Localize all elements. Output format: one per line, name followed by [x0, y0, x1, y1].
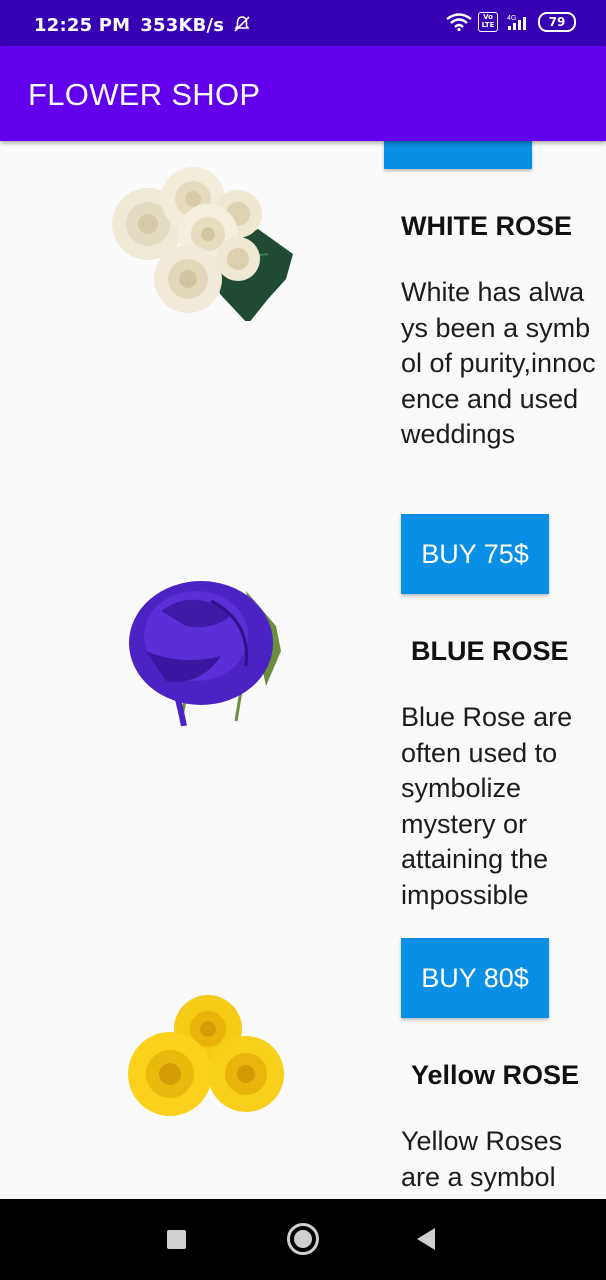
buy-button[interactable]: BUY 70$ — [384, 141, 532, 169]
app-bar: FLOWER SHOP — [0, 46, 606, 141]
product-description: Blue Rose are often used to symbolize my… — [401, 702, 573, 910]
app-title: FLOWER SHOP — [28, 77, 261, 112]
white-rose-image — [112, 167, 293, 321]
network-speed: 353KB/s — [140, 15, 225, 36]
muted-bell-icon — [234, 16, 250, 32]
buy-button[interactable]: BUY 75$ — [401, 514, 549, 594]
status-icons: Vo LTE 4G 79 — [446, 12, 576, 32]
product-name: WHITE ROSE — [401, 211, 573, 241]
signal-icon: 4G — [507, 15, 526, 30]
blue-rose-image — [129, 581, 281, 726]
recents-icon[interactable] — [167, 1230, 186, 1249]
battery-icon: 79 — [538, 12, 576, 32]
status-bar: 12:25 PM 353KB/s Vo LTE 4G 79 — [0, 0, 606, 46]
svg-text:4G: 4G — [507, 15, 516, 22]
product-name: Yellow ROSE — [411, 1060, 580, 1090]
wifi-icon — [446, 13, 472, 31]
back-icon[interactable] — [417, 1228, 435, 1250]
navigation-bar — [0, 1199, 606, 1280]
buy-button[interactable]: BUY 80$ — [401, 938, 549, 1018]
clock: 12:25 PM — [34, 15, 131, 36]
yellow-rose-image — [128, 995, 284, 1116]
product-description: White has always been a symbol of purity… — [401, 277, 596, 449]
product-name: BLUE ROSE — [411, 636, 569, 666]
product-description: Yellow Roses are a symbol — [401, 1126, 563, 1192]
home-icon[interactable] — [287, 1223, 319, 1255]
volte-icon: Vo LTE — [478, 12, 498, 32]
status-left: 12:25 PM 353KB/s — [34, 15, 251, 36]
product-list[interactable]: BUY 70$ WHITE ROSE White has always been… — [0, 141, 606, 1199]
